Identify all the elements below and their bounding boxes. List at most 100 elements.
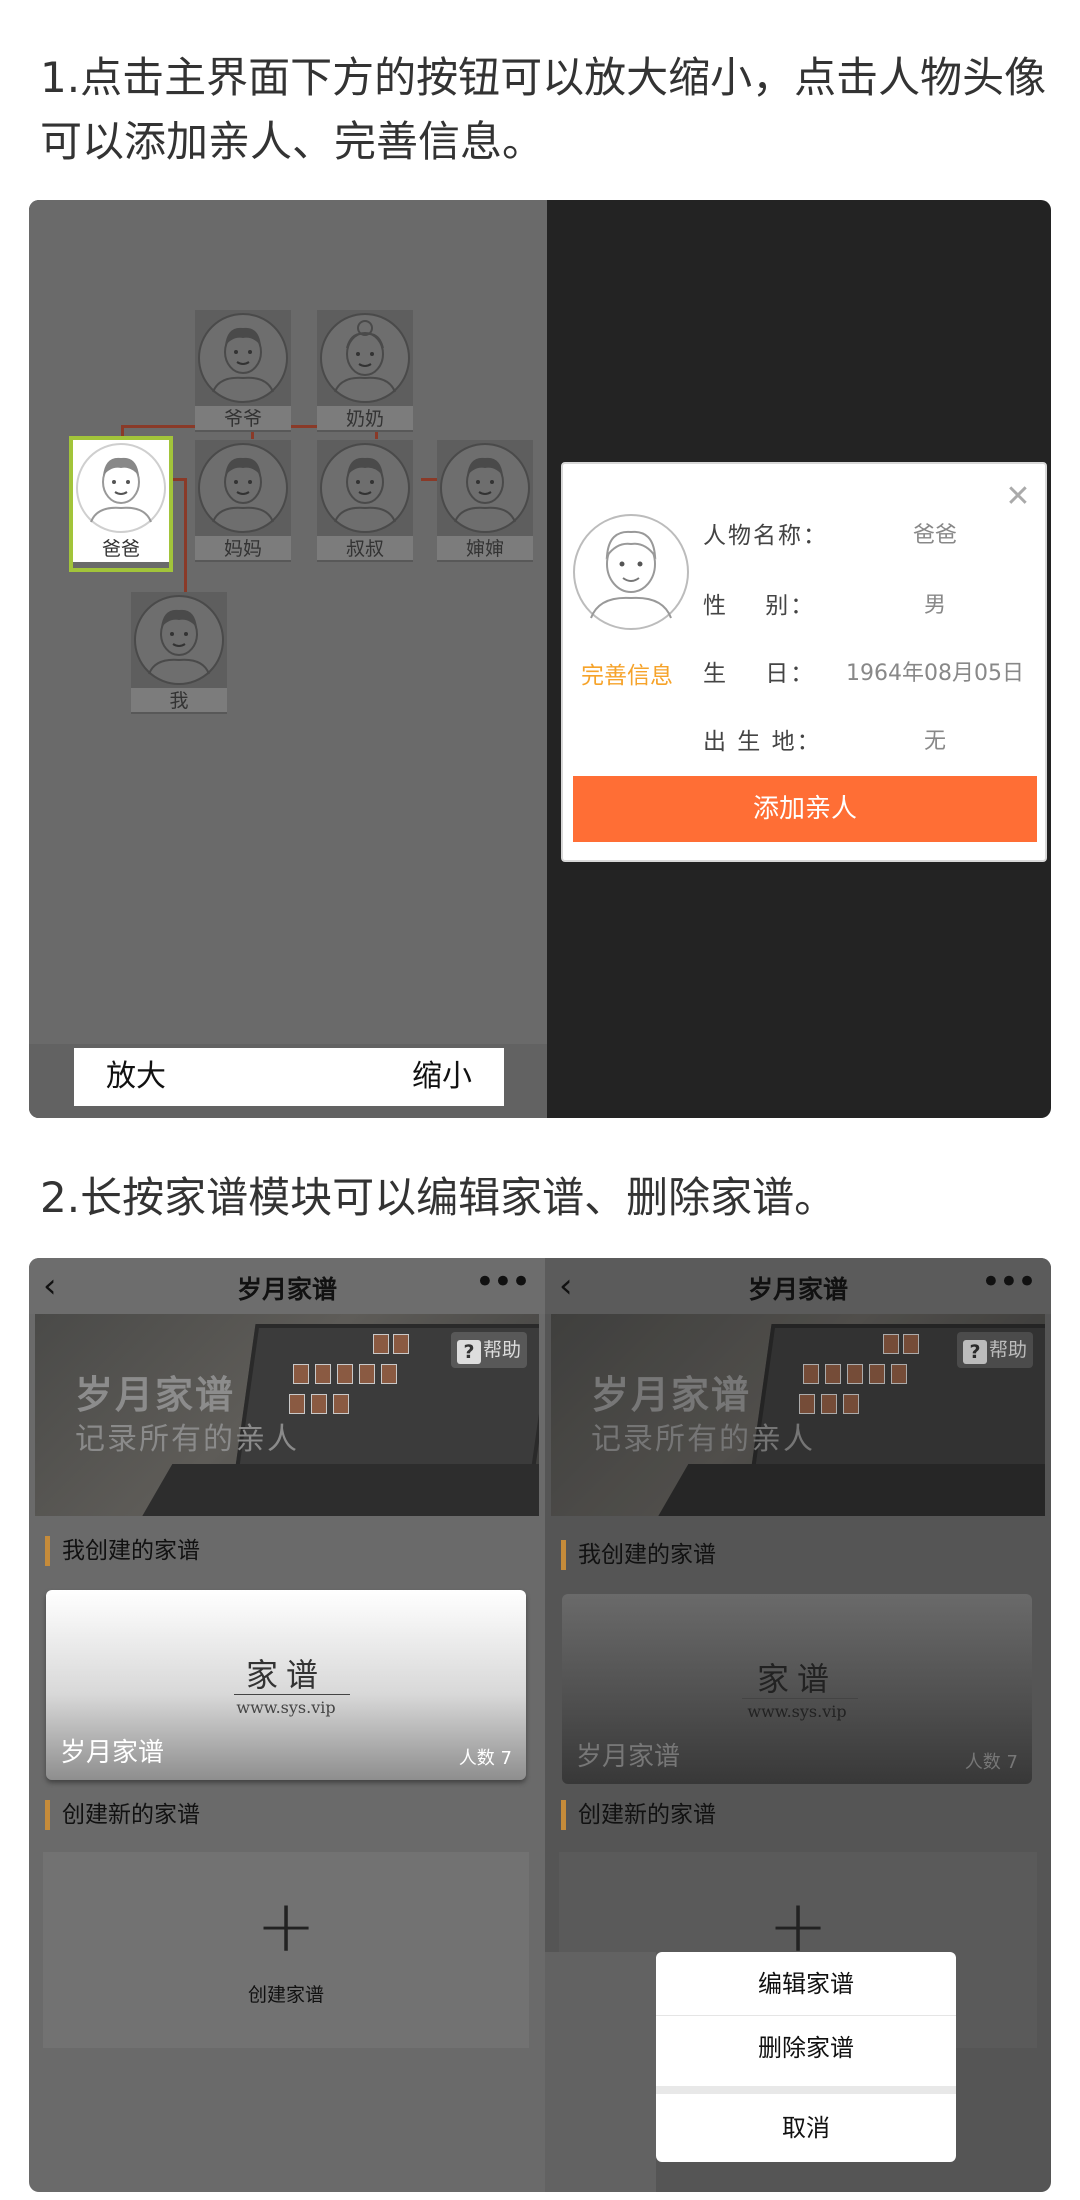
- family-tree-screenshot: 爷爷 奶奶 爸爸 妈妈 叔叔 婶婶 我 放大 缩小 ✕ 完善信息 人物名称： 爸…: [29, 200, 1051, 1118]
- delete-tree-option[interactable]: 删除家谱: [656, 2016, 956, 2080]
- banner: 岁月家谱 记录所有的亲人 ? 帮助: [35, 1314, 539, 1516]
- field-label-name: 人物名称：: [703, 523, 828, 549]
- field-label-gender: 性 别：: [703, 593, 816, 619]
- banner: 岁月家谱 记录所有的亲人 ? 帮助: [551, 1314, 1045, 1516]
- member-mom[interactable]: 妈妈: [195, 440, 291, 568]
- laptop-keyboard-image: [653, 1464, 1045, 1516]
- member-grandma[interactable]: 奶奶: [317, 310, 413, 438]
- nav-title: 岁月家谱: [747, 1275, 848, 1304]
- card-url: www.sys.vip: [747, 1702, 847, 1721]
- help-label: 帮助: [988, 1339, 1027, 1361]
- create-tree-label: 创建家谱: [247, 1984, 324, 2006]
- photo-thumb: [825, 1364, 841, 1384]
- photo-thumb: [883, 1334, 899, 1354]
- perfect-info-link[interactable]: 完善信息: [581, 656, 673, 690]
- member-dad[interactable]: 爸爸: [69, 436, 173, 572]
- person-avatar-icon: [198, 313, 288, 403]
- cancel-option[interactable]: 取消: [656, 2096, 956, 2160]
- banner-title: 岁月家谱: [591, 1373, 752, 1417]
- more-dots-icon[interactable]: •••: [475, 1262, 531, 1302]
- instruction-step-1: 1.点击主界面下方的按钮可以放大缩小，点击人物头像可以添加亲人、完善信息。: [40, 53, 1047, 166]
- family-tree-card[interactable]: 家谱 www.sys.vip 岁月家谱 人数 7: [562, 1594, 1032, 1784]
- card-tree-name: 岁月家谱: [60, 1738, 165, 1768]
- member-label: 我: [131, 688, 227, 714]
- field-label-birthday: 生 日：: [703, 661, 816, 687]
- card-logo-divider: [234, 1694, 350, 1695]
- person-avatar-icon: [134, 595, 224, 685]
- photo-thumb: [799, 1394, 815, 1414]
- member-label: 妈妈: [195, 536, 291, 562]
- avatar: [195, 310, 291, 406]
- action-sheet: 编辑家谱 删除家谱 取消: [656, 1952, 956, 2162]
- more-dots-icon[interactable]: •••: [981, 1262, 1037, 1302]
- photo-thumb: [289, 1394, 305, 1414]
- card-logo-divider: [742, 1698, 858, 1699]
- nav-bar: ‹ 岁月家谱 •••: [545, 1258, 1051, 1314]
- close-icon[interactable]: ✕: [1003, 482, 1033, 512]
- avatar: [317, 440, 413, 536]
- member-grandpa[interactable]: 爷爷: [195, 310, 291, 438]
- person-avatar-icon: [320, 313, 410, 403]
- card-member-count: 人数 7: [458, 1748, 512, 1769]
- zoom-out-button[interactable]: 缩小: [412, 1048, 472, 1106]
- family-tree-card[interactable]: 家谱 www.sys.vip 岁月家谱 人数 7: [46, 1590, 526, 1780]
- avatar: [131, 592, 227, 688]
- field-value-gender: 男: [923, 593, 946, 618]
- zoom-in-button[interactable]: 放大: [106, 1048, 166, 1106]
- person-avatar-icon: [76, 443, 166, 533]
- photo-thumb: [869, 1364, 885, 1384]
- member-info-popup: ✕ 完善信息 人物名称： 爸爸 性 别： 男 生 日： 1964年08月05日 …: [561, 462, 1047, 862]
- card-tree-name: 岁月家谱: [576, 1742, 681, 1772]
- photo-thumb: [903, 1334, 919, 1354]
- photo-thumb: [293, 1364, 309, 1384]
- photo-thumb: [373, 1334, 389, 1354]
- photo-thumb: [315, 1364, 331, 1384]
- instruction-step-2: 2.长按家谱模块可以编辑家谱、删除家谱。: [40, 1173, 837, 1222]
- member-me[interactable]: 我: [131, 592, 227, 720]
- member-label: 叔叔: [317, 536, 413, 562]
- tree-canvas[interactable]: 爷爷 奶奶 爸爸 妈妈 叔叔 婶婶 我: [29, 200, 547, 1118]
- card-logo: 家谱: [756, 1660, 837, 1698]
- photo-thumb: [803, 1364, 819, 1384]
- member-aunt[interactable]: 婶婶: [437, 440, 533, 568]
- person-avatar-icon: [198, 443, 288, 533]
- app-screen-normal: ‹ 岁月家谱 ••• 岁月家谱 记录所有的亲人 ? 帮助 我创建的家谱 家谱 ww…: [29, 1258, 545, 2192]
- photo-thumb: [821, 1394, 837, 1414]
- create-tree-button[interactable]: + 创建家谱: [43, 1852, 529, 2048]
- question-icon: ?: [962, 1340, 987, 1364]
- question-icon: ?: [456, 1340, 481, 1364]
- sheet-divider: [656, 2086, 956, 2094]
- member-uncle[interactable]: 叔叔: [317, 440, 413, 568]
- plus-icon: +: [255, 1884, 317, 1968]
- banner-title: 岁月家谱: [75, 1373, 236, 1417]
- photo-thumb: [381, 1364, 397, 1384]
- photo-thumb: [891, 1364, 907, 1384]
- photo-thumb: [333, 1394, 349, 1414]
- popup-avatar[interactable]: [571, 512, 691, 632]
- member-label: 爷爷: [195, 406, 291, 432]
- card-url: www.sys.vip: [236, 1698, 336, 1717]
- photo-thumb: [843, 1394, 859, 1414]
- zoom-controls: 放大 缩小: [74, 1048, 504, 1106]
- help-button[interactable]: ? 帮助: [956, 1332, 1033, 1368]
- section-title-new-tree: 创建新的家谱: [45, 1800, 200, 1830]
- tree-line: [169, 478, 185, 481]
- card-logo: 家谱: [245, 1656, 326, 1694]
- help-button[interactable]: ? 帮助: [450, 1332, 527, 1368]
- field-value-birthday: 1964年08月05日: [846, 661, 1024, 686]
- tree-line: [421, 478, 437, 481]
- laptop-keyboard-image: [137, 1464, 539, 1516]
- edit-tree-option[interactable]: 编辑家谱: [656, 1952, 956, 2016]
- avatar: [317, 310, 413, 406]
- tree-line: [121, 425, 124, 439]
- avatar: [73, 440, 169, 536]
- photo-thumb: [337, 1364, 353, 1384]
- person-avatar-icon: [320, 443, 410, 533]
- add-relative-button[interactable]: 添加亲人: [573, 776, 1037, 842]
- photo-thumb: [311, 1394, 327, 1414]
- banner-subtitle: 记录所有的亲人: [591, 1422, 815, 1457]
- dim-overlay: [545, 1952, 656, 2192]
- person-avatar-icon: [573, 514, 689, 630]
- app-screen-long-press: ‹ 岁月家谱 ••• 岁月家谱 记录所有的亲人 ? 帮助 我创建的家谱 家谱 ww…: [545, 1258, 1051, 2192]
- member-label: 奶奶: [317, 406, 413, 432]
